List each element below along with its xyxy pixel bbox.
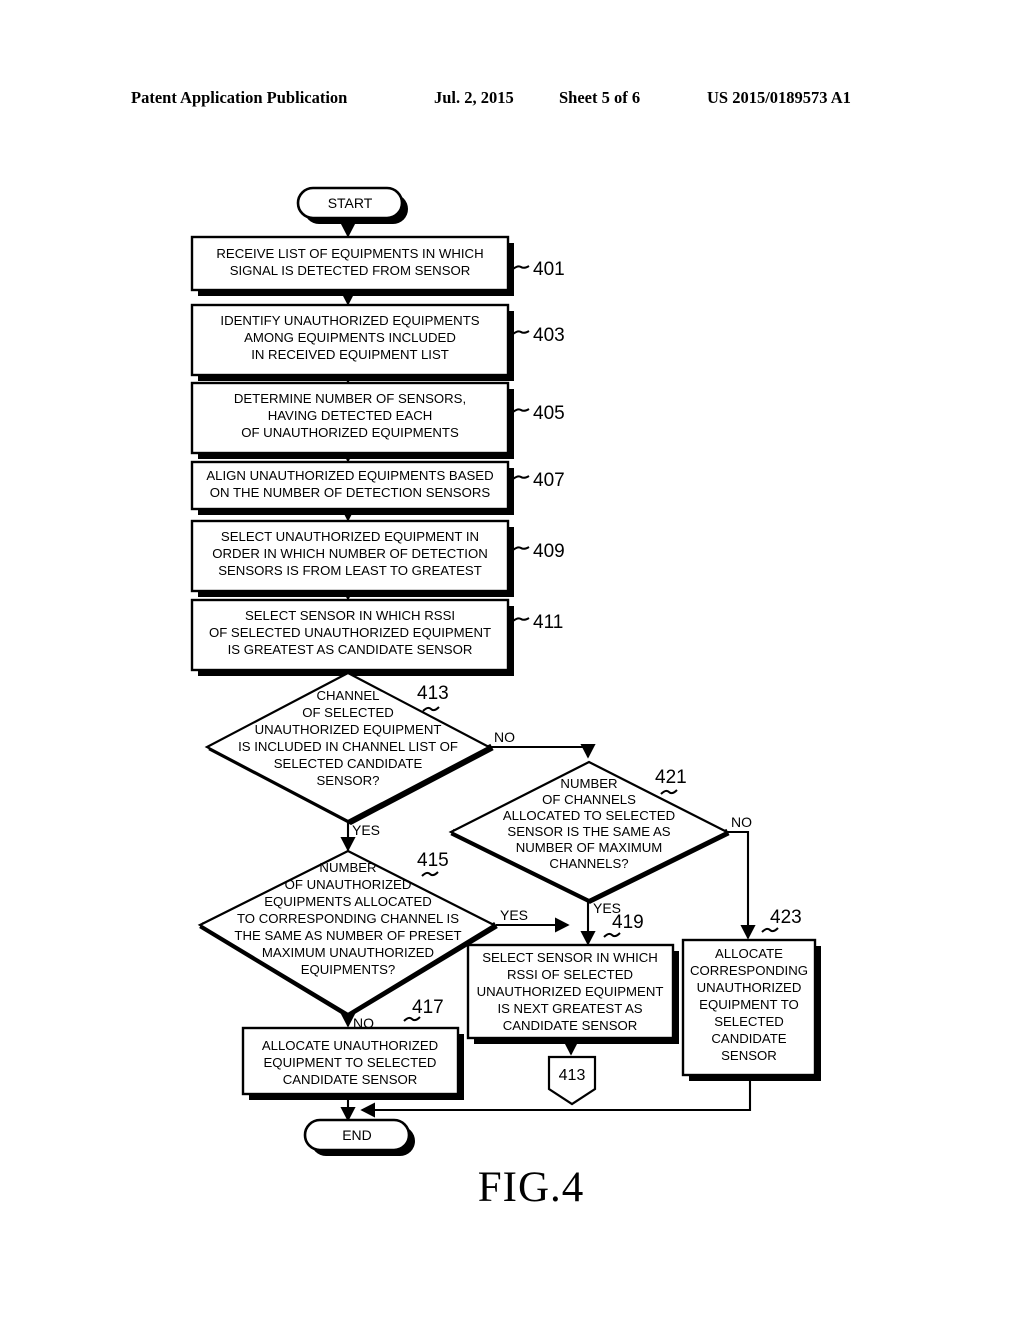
ref-leader-401 [512,265,530,270]
node-419-line-3: UNAUTHORIZED EQUIPMENT [477,984,664,999]
process-node-411: SELECT SENSOR IN WHICH RSSI OF SELECTED … [190,598,563,672]
process-node-403: IDENTIFY UNAUTHORIZED EQUIPMENTS AMONG E… [190,303,565,377]
edge-label-413-yes: YES [352,822,380,838]
node-421-line-2: OF CHANNELS [542,792,636,807]
decision-node-421: NUMBER OF CHANNELS ALLOCATED TO SELECTED… [448,760,752,916]
ref-number-413: 413 [417,683,449,704]
node-417-line-3: CANDIDATE SENSOR [283,1072,418,1087]
node-423-line-2: CORRESPONDING [690,963,808,978]
loop-connector-label: 413 [559,1067,586,1084]
node-423-line-5: SELECTED [714,1014,784,1029]
patent-page: Patent Application Publication Jul. 2, 2… [0,0,1024,1320]
ref-leader-409 [512,546,530,551]
ref-number-421: 421 [655,767,687,788]
edge-label-413-no: NO [494,729,515,745]
node-415-line-6: MAXIMUM UNAUTHORIZED [262,945,434,960]
node-415-line-4: TO CORRESPONDING CHANNEL IS [237,911,459,926]
node-403-line-2: AMONG EQUIPMENTS INCLUDED [244,330,456,345]
node-409-line-3: SENSORS IS FROM LEAST TO GREATEST [218,563,482,578]
ref-number-401: 401 [533,259,565,280]
node-417-line-2: EQUIPMENT TO SELECTED [264,1055,437,1070]
ref-leader-405 [512,408,530,413]
node-409-line-1: SELECT UNAUTHORIZED EQUIPMENT IN [221,529,479,544]
decision-node-413: CHANNEL OF SELECTED UNAUTHORIZED EQUIPME… [204,671,515,838]
process-node-401: RECEIVE LIST OF EQUIPMENTS IN WHICH SIGN… [190,235,565,292]
node-423-line-3: UNAUTHORIZED [697,980,802,995]
node-423-line-6: CANDIDATE [711,1031,786,1046]
ref-leader-419 [603,932,621,938]
node-419-line-1: SELECT SENSOR IN WHICH [482,950,658,965]
node-413-line-3: UNAUTHORIZED EQUIPMENT [255,722,442,737]
node-415-line-2: OF UNAUTHORIZED [285,877,412,892]
node-423-line-7: SENSOR [721,1048,777,1063]
process-node-405: DETERMINE NUMBER OF SENSORS, HAVING DETE… [190,381,565,455]
ref-leader-421 [660,789,678,795]
node-419-line-4: IS NEXT GREATEST AS [497,1001,642,1016]
node-421-line-1: NUMBER [560,776,617,791]
process-node-407: ALIGN UNAUTHORIZED EQUIPMENTS BASED ON T… [190,460,565,511]
ref-number-419: 419 [612,912,644,933]
ref-number-423: 423 [770,907,802,928]
loop-connector-413: 413 [547,1055,597,1106]
node-405-line-1: DETERMINE NUMBER OF SENSORS, [234,391,466,406]
node-401-line-2: SIGNAL IS DETECTED FROM SENSOR [230,263,471,278]
ref-leader-415 [421,871,439,877]
node-419-line-5: CANDIDATE SENSOR [503,1018,638,1033]
node-403-line-3: IN RECEIVED EQUIPMENT LIST [251,347,449,362]
node-413-line-2: OF SELECTED [302,705,394,720]
ref-number-417: 417 [412,997,444,1018]
node-415-line-3: EQUIPMENTS ALLOCATED [264,894,432,909]
node-413-line-1: CHANNEL [316,688,379,703]
terminal-end: END [303,1118,411,1152]
node-403-line-1: IDENTIFY UNAUTHORIZED EQUIPMENTS [220,313,479,328]
ref-leader-423 [761,927,779,933]
ref-number-405: 405 [533,403,565,424]
ref-number-415: 415 [417,850,449,871]
node-409-line-2: ORDER IN WHICH NUMBER OF DETECTION [212,546,487,561]
terminal-start-label: START [328,195,373,211]
edge-label-421-no: NO [731,814,752,830]
process-node-419: SELECT SENSOR IN WHICH RSSI OF SELECTED … [466,912,675,1040]
terminal-start: START [296,186,404,220]
node-415-line-7: EQUIPMENTS? [301,962,396,977]
node-417-line-1: ALLOCATE UNAUTHORIZED [262,1038,438,1053]
node-421-line-5: NUMBER OF MAXIMUM [516,840,663,855]
node-413-line-6: SENSOR? [316,773,379,788]
node-407-line-2: ON THE NUMBER OF DETECTION SENSORS [210,485,491,500]
node-423-line-4: EQUIPMENT TO [699,997,799,1012]
ref-leader-413 [422,706,440,712]
node-407-line-1: ALIGN UNAUTHORIZED EQUIPMENTS BASED [206,468,493,483]
figure-caption-text: FIG.4 [477,1164,585,1211]
node-411-line-3: IS GREATEST AS CANDIDATE SENSOR [228,642,473,657]
flowchart-figure: START RECEIVE LIST OF EQUIPMENTS IN WHIC… [0,0,1024,1320]
ref-number-407: 407 [533,470,565,491]
node-421-line-6: CHANNELS? [549,856,628,871]
ref-number-411: 411 [533,612,563,633]
node-405-line-3: OF UNAUTHORIZED EQUIPMENTS [241,425,459,440]
ref-leader-407 [512,475,530,480]
node-415-line-1: NUMBER [319,860,376,875]
node-411-line-1: SELECT SENSOR IN WHICH RSSI [245,608,455,623]
node-413-line-5: SELECTED CANDIDATE [274,756,423,771]
node-401-line-1: RECEIVE LIST OF EQUIPMENTS IN WHICH [216,246,483,261]
ref-number-409: 409 [533,541,565,562]
terminal-end-label: END [342,1127,372,1143]
node-405-line-2: HAVING DETECTED EACH [268,408,433,423]
node-411-line-2: OF SELECTED UNAUTHORIZED EQUIPMENT [209,625,491,640]
node-419-line-2: RSSI OF SELECTED [507,967,633,982]
node-415-line-5: THE SAME AS NUMBER OF PRESET [234,928,461,943]
figure-caption: FIG.4 [0,1163,1024,1212]
node-421-line-4: SENSOR IS THE SAME AS [507,824,670,839]
node-413-line-4: IS INCLUDED IN CHANNEL LIST OF [238,739,458,754]
node-421-line-3: ALLOCATED TO SELECTED [503,808,675,823]
node-423-line-1: ALLOCATE [715,946,783,961]
process-node-409: SELECT UNAUTHORIZED EQUIPMENT IN ORDER I… [190,519,565,593]
edge-label-415-yes: YES [500,907,528,923]
ref-leader-411 [512,617,530,622]
ref-number-403: 403 [533,325,565,346]
ref-leader-403 [512,330,530,335]
